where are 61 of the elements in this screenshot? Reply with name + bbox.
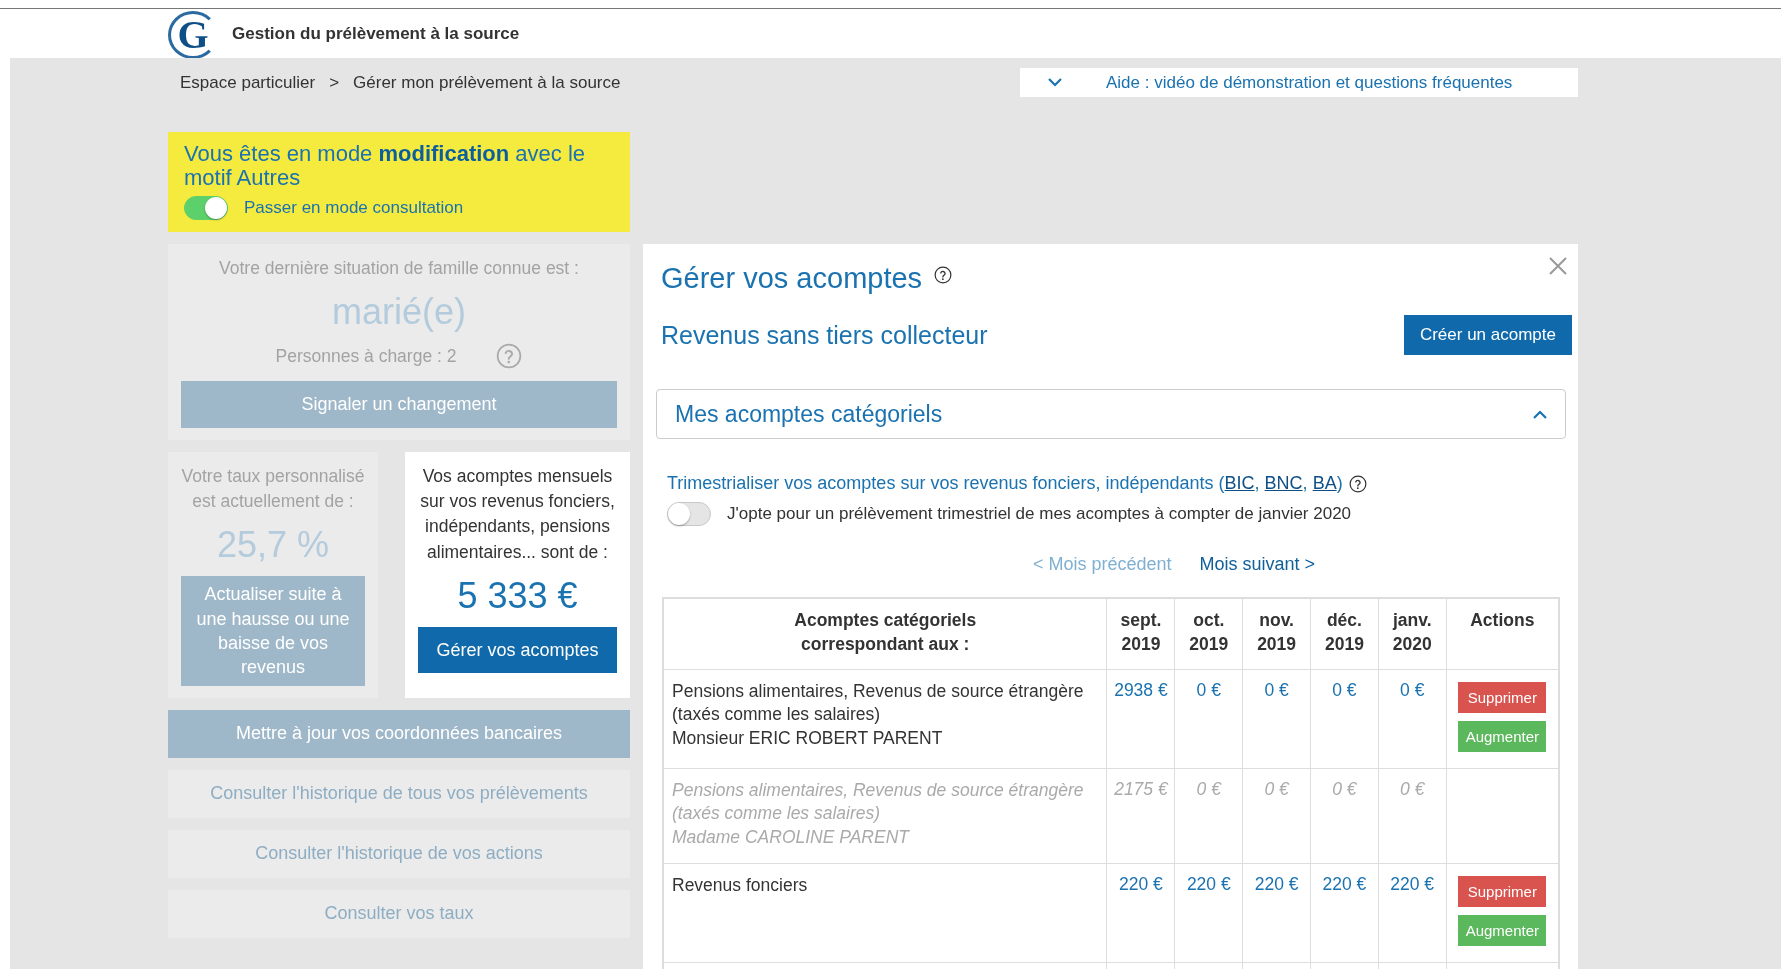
increase-button[interactable]: Augmenter: [1458, 720, 1547, 752]
mode-text: Vous êtes en mode modification avec le motif Autres: [184, 142, 587, 191]
table-cell: Revenus fonciers: [663, 863, 1107, 962]
create-installment-button[interactable]: Créer un acompte: [1403, 315, 1572, 355]
amount-value: 220 €: [1322, 873, 1367, 894]
amount-value: 0 €: [1400, 679, 1425, 700]
toggle-switch[interactable]: [184, 196, 228, 221]
close-icon[interactable]: [1548, 256, 1568, 276]
installments-intro: Vos acomptes mensuels sur vos revenus fonciers, indépendants, pensions alimentaires... sont de :: [419, 464, 616, 564]
column-header: Acomptes catégoriels correspondant aux :: [663, 598, 1107, 669]
delete-button[interactable]: Supprimer: [1458, 875, 1547, 907]
toggle-label: J'opte pour un prélèvement trimestriel de mes acomptes à compter de janvier 2020: [727, 504, 1352, 524]
amount-value: 220 €: [1186, 873, 1231, 894]
chevron-up-icon: [1533, 409, 1547, 419]
installments-amount: 5 333 €: [457, 575, 578, 618]
breadcrumb-item: Gérer mon prélèvement à la source: [353, 72, 621, 93]
amount-value: 220 €: [1254, 873, 1299, 894]
text-link[interactable]: BA: [1312, 473, 1337, 493]
rate-intro: Votre taux personnalisé est actuellement de :: [181, 464, 365, 514]
amount-value: 0 €: [1332, 679, 1357, 700]
dependents-text: Personnes à charge : 2: [275, 344, 457, 368]
delete-button[interactable]: Supprimer: [1458, 681, 1547, 713]
column-header: nov. 2019: [1242, 598, 1311, 669]
amount-value: 220 €: [1119, 873, 1163, 894]
amount-value: 0 €: [1196, 778, 1221, 799]
increase-button[interactable]: Augmenter: [1458, 914, 1547, 946]
quarterly-text: Trimestrialiser vos acomptes sur vos revenus fonciers, indépendants (BIC, BNC, BA): [667, 473, 1343, 494]
rate-value: 25,7 %: [216, 524, 330, 567]
amount-value: 0 €: [1264, 679, 1289, 700]
help-icon[interactable]: [934, 266, 953, 284]
table-cell: Pensions alimentaires, Revenus de source étrangère (taxés comme les salaires) Madame CAROLINE PARENT: [663, 768, 1107, 863]
side-action-button[interactable]: Mettre à jour vos coordonnées bancaires: [168, 709, 630, 758]
family-intro: Votre dernière situation de famille connue est :: [219, 257, 579, 280]
breadcrumb-item[interactable]: Espace particulier: [180, 72, 316, 93]
amount-value: 2175 €: [1114, 778, 1168, 799]
manage-installments-button[interactable]: Gérer vos acomptes: [418, 627, 617, 674]
column-header: janv. 2020: [1378, 598, 1447, 669]
accordion-header[interactable]: Mes acomptes catégoriels: [656, 389, 1566, 439]
text-link[interactable]: BIC: [1224, 473, 1255, 493]
toggle-label: Passer en mode consultation: [244, 198, 464, 219]
panel-subtitle: Revenus sans tiers collecteur: [661, 320, 988, 350]
amount-value: 220 €: [1390, 873, 1435, 894]
amount-value: 2938 €: [1114, 679, 1168, 700]
breadcrumb-separator: >: [329, 72, 340, 93]
column-header: oct. 2019: [1174, 598, 1243, 669]
amount-value: 0 €: [1196, 679, 1221, 700]
amount-value: 0 €: [1400, 778, 1425, 799]
text-link[interactable]: BNC: [1264, 473, 1303, 493]
amount-value: 0 €: [1332, 778, 1357, 799]
toggle-switch[interactable]: [667, 502, 711, 526]
column-header: déc. 2019: [1310, 598, 1379, 669]
amount-value: 0 €: [1264, 778, 1289, 799]
panel-title: Gérer vos acomptes: [661, 262, 923, 295]
table-cell: Pensions alimentaires, Revenus de source étrangère (taxés comme les salaires) Monsieur ERIC ROBERT PARENT: [663, 669, 1107, 768]
app-title: Gestion du prélèvement à la source: [232, 23, 520, 44]
column-header: sept. 2019: [1106, 598, 1175, 669]
help-bar[interactable]: Aide : vidéo de démonstration et questions fréquentes: [1020, 68, 1578, 97]
family-status: marié(e): [332, 291, 466, 334]
help-icon[interactable]: [1348, 474, 1367, 493]
month-nav-link[interactable]: Mois suivant >: [1199, 554, 1316, 575]
chevron-down-icon: [1048, 78, 1062, 87]
